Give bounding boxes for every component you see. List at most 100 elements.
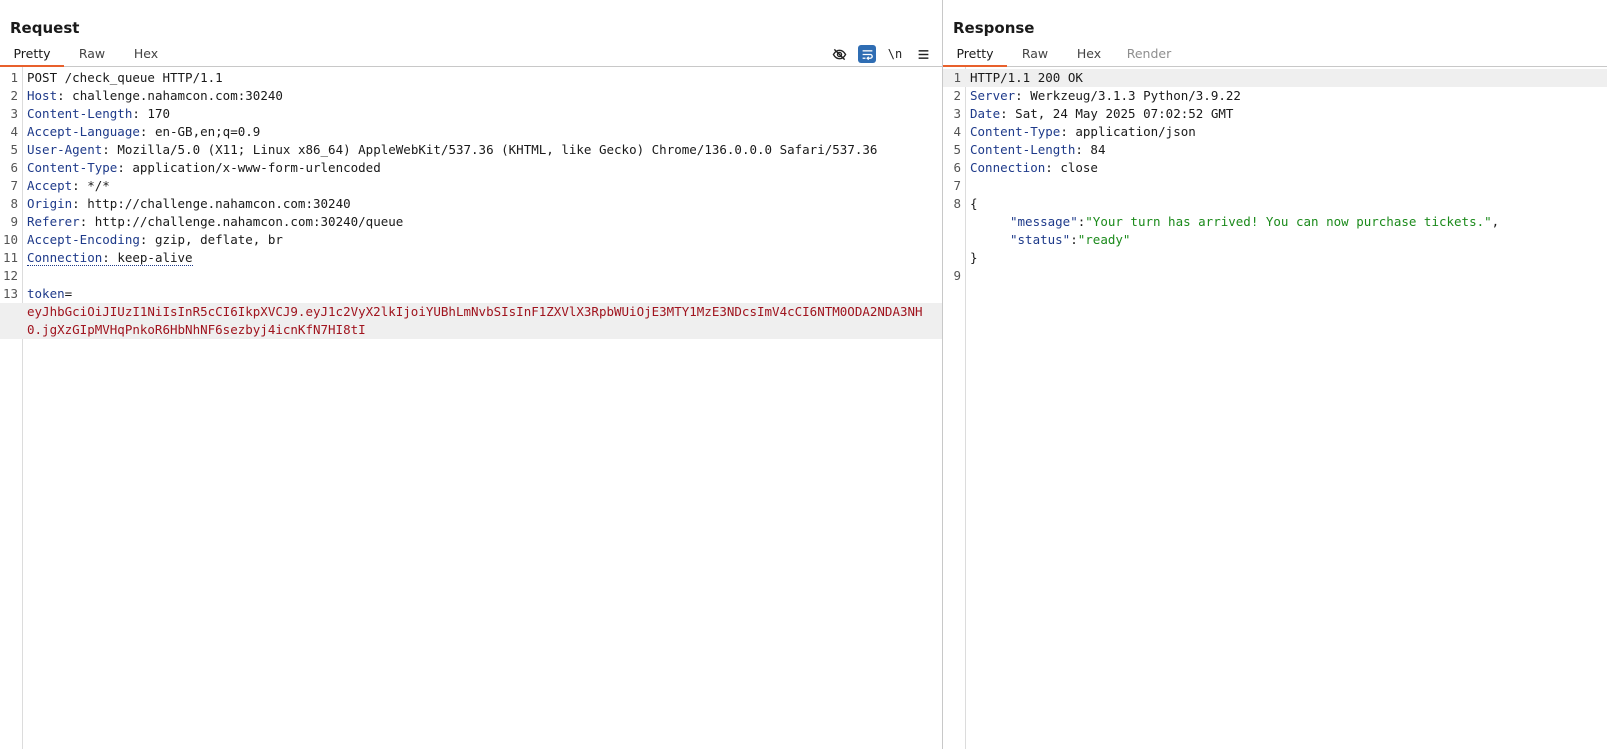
header-value: 170	[147, 106, 170, 121]
wrap-lines-icon[interactable]	[858, 45, 876, 63]
line-number: 9	[953, 268, 961, 283]
request-tab-raw[interactable]: Raw	[70, 45, 114, 65]
header-name: Content-Type	[27, 160, 118, 175]
code-line-continuation: }	[943, 249, 1607, 267]
header-name: Host	[27, 88, 58, 103]
code-line: 1 POST /check_queue HTTP/1.1	[0, 69, 942, 87]
line-number: 5	[953, 142, 961, 157]
header-name: Origin	[27, 196, 73, 211]
header-name: User-Agent	[27, 142, 103, 157]
code-line: 5 Content-Length: 84	[943, 141, 1607, 159]
line-number: 7	[953, 178, 961, 193]
header-value: http://challenge.nahamcon.com:30240	[87, 196, 351, 211]
code-line: 8 Origin: http://challenge.nahamcon.com:…	[0, 195, 942, 213]
request-tab-hex[interactable]: Hex	[124, 45, 168, 65]
request-tabs: Pretty Raw Hex	[0, 44, 942, 67]
request-toolbar: \n	[830, 44, 932, 64]
line-number: 5	[10, 142, 18, 157]
line-number: 13	[2, 286, 18, 301]
newline-toggle[interactable]: \n	[886, 45, 904, 63]
response-editor[interactable]: 1 HTTP/1.1 200 OK 2 Server: Werkzeug/3.1…	[943, 67, 1607, 749]
header-name: Content-Type	[970, 124, 1061, 139]
header-name: Accept-Language	[27, 124, 140, 139]
json-string: "ready"	[1077, 232, 1131, 247]
request-title: Request	[10, 19, 80, 37]
line-number: 7	[10, 178, 18, 193]
header-value: close	[1060, 160, 1098, 175]
request-editor[interactable]: 1 POST /check_queue HTTP/1.1 2 Host: cha…	[0, 67, 942, 749]
status-line: HTTP/1.1 200 OK	[970, 70, 1083, 85]
line-number: 11	[2, 250, 18, 265]
header-value: application/json	[1075, 124, 1196, 139]
header-value: en-GB,en;q=0.9	[154, 124, 261, 139]
code-line: 6 Connection: close	[943, 159, 1607, 177]
line-number: 3	[10, 106, 18, 121]
response-tab-pretty[interactable]: Pretty	[943, 45, 1007, 67]
token-value: eyJhbGciOiJIUzI1NiIsInR5cCI6IkpXVCJ9.eyJ…	[27, 304, 923, 337]
http-message-viewer: Request Pretty Raw Hex \n 1 POST /check_…	[0, 0, 1607, 749]
request-tab-pretty[interactable]: Pretty	[0, 45, 64, 67]
request-pane: Request Pretty Raw Hex \n 1 POST /check_…	[0, 0, 943, 749]
line-number: 6	[953, 160, 961, 175]
header-name: Accept-Encoding	[27, 232, 140, 247]
response-tab-render[interactable]: Render	[1119, 45, 1179, 65]
line-number: 4	[953, 124, 961, 139]
code-line: 3 Date: Sat, 24 May 2025 07:02:52 GMT	[943, 105, 1607, 123]
header-value: keep-alive	[117, 250, 193, 265]
eye-slash-icon[interactable]	[830, 45, 848, 63]
line-number: 1	[953, 70, 961, 85]
line-number: 4	[10, 124, 18, 139]
code-line: 1 HTTP/1.1 200 OK	[943, 69, 1607, 87]
code-line: 13 token=	[0, 285, 942, 303]
code-line: 3 Content-Length: 170	[0, 105, 942, 123]
header-name: Accept	[27, 178, 73, 193]
code-line: 4 Content-Type: application/json	[943, 123, 1607, 141]
code-line: 7 Accept: */*	[0, 177, 942, 195]
header-value: gzip, deflate, br	[154, 232, 283, 247]
code-line: 6 Content-Type: application/x-www-form-u…	[0, 159, 942, 177]
json-key: "status"	[1010, 232, 1071, 247]
json-brace-close: }	[970, 250, 978, 265]
code-line: 9	[943, 267, 1607, 285]
header-name: Referer	[27, 214, 80, 229]
json-brace-open: {	[970, 196, 978, 211]
line-number: 2	[10, 88, 18, 103]
header-value: Werkzeug/3.1.3 Python/3.9.22	[1030, 88, 1241, 103]
response-tab-raw[interactable]: Raw	[1013, 45, 1057, 65]
hamburger-menu-icon[interactable]	[914, 45, 932, 63]
line-number: 9	[10, 214, 18, 229]
line-number: 12	[2, 268, 18, 283]
param-name: token	[27, 286, 65, 301]
header-name: Server	[970, 88, 1016, 103]
code-line: 2 Host: challenge.nahamcon.com:30240	[0, 87, 942, 105]
header-name: Content-Length	[27, 106, 133, 121]
code-line: 11 Connection: keep-alive	[0, 249, 942, 267]
header-value: 84	[1090, 142, 1106, 157]
response-tabs: Pretty Raw Hex Render	[943, 44, 1607, 67]
header-value: */*	[87, 178, 110, 193]
line-number: 2	[953, 88, 961, 103]
header-value: Mozilla/5.0 (X11; Linux x86_64) AppleWeb…	[117, 142, 878, 157]
header-name: Date	[970, 106, 1001, 121]
response-pane: Response Pretty Raw Hex Render 1 HTTP/1.…	[943, 0, 1607, 749]
code-line: 12	[0, 267, 942, 285]
header-value: Sat, 24 May 2025 07:02:52 GMT	[1015, 106, 1234, 121]
line-number: 6	[10, 160, 18, 175]
response-title: Response	[953, 19, 1035, 37]
code-line: 4 Accept-Language: en-GB,en;q=0.9	[0, 123, 942, 141]
header-value: application/x-www-form-urlencoded	[132, 160, 381, 175]
response-tab-hex[interactable]: Hex	[1067, 45, 1111, 65]
code-line: 8 {	[943, 195, 1607, 213]
code-line-continuation: eyJhbGciOiJIUzI1NiIsInR5cCI6IkpXVCJ9.eyJ…	[0, 303, 942, 339]
json-string: "Your turn has arrived! You can now purc…	[1085, 214, 1492, 229]
header-value: challenge.nahamcon.com:30240	[72, 88, 283, 103]
code-line: 5 User-Agent: Mozilla/5.0 (X11; Linux x8…	[0, 141, 942, 159]
header-name: Content-Length	[970, 142, 1076, 157]
line-number: 8	[953, 196, 961, 211]
code-line-continuation: "status":"ready"	[1010, 232, 1131, 247]
code-line: 10 Accept-Encoding: gzip, deflate, br	[0, 231, 942, 249]
header-name: Connection	[970, 160, 1046, 175]
line-number: 10	[2, 232, 18, 247]
header-value: http://challenge.nahamcon.com:30240/queu…	[94, 214, 404, 229]
code-line: 9 Referer: http://challenge.nahamcon.com…	[0, 213, 942, 231]
